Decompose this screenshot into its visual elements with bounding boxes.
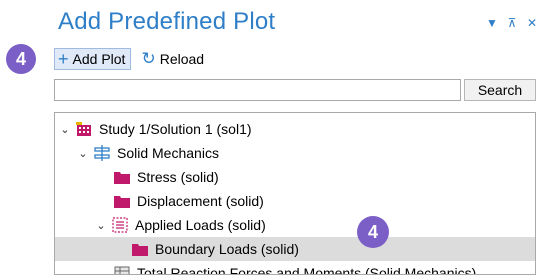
tree-item-label: Stress (solid) [137, 169, 219, 185]
plus-icon: + [58, 49, 69, 69]
add-plot-label: Add Plot [72, 51, 126, 67]
close-icon[interactable]: ✕ [526, 16, 538, 30]
tree-item-label: Study 1/Solution 1 (sol1) [99, 121, 252, 137]
plot-tree: ⌄ Study 1/Solution 1 (sol1) ⌄ Solid Mech… [54, 112, 536, 275]
tree-item-solid-mechanics[interactable]: ⌄ Solid Mechanics [55, 141, 535, 165]
chevron-down-icon[interactable]: ⌄ [59, 123, 71, 136]
plot-group-icon [113, 193, 131, 209]
plot-group-icon [131, 241, 149, 257]
toolbar: + Add Plot ↻ Reload [54, 48, 208, 70]
tree-item-label: Displacement (solid) [137, 193, 264, 209]
tree-item-stress[interactable]: Stress (solid) [55, 165, 535, 189]
dropdown-icon[interactable]: ▼ [486, 16, 498, 30]
step-badge: 4 [357, 216, 389, 248]
study-solution-icon [75, 121, 93, 137]
chevron-down-icon[interactable]: ⌄ [95, 219, 107, 232]
tree-item-label: Total Reaction Forces and Moments (Solid… [137, 265, 477, 275]
tree-item-applied-loads[interactable]: ⌄ Applied Loads (solid) [55, 213, 535, 237]
solid-mechanics-icon [93, 145, 111, 161]
tree-item-label: Solid Mechanics [117, 145, 219, 161]
applied-loads-icon [111, 217, 129, 233]
search-row: Search [54, 79, 536, 101]
search-input[interactable] [54, 79, 461, 101]
reload-button[interactable]: ↻ Reload [137, 48, 208, 70]
plot-group-icon [113, 169, 131, 185]
window-controls: ▼ ⊼ ✕ [486, 16, 538, 30]
table-icon [113, 265, 131, 274]
search-button[interactable]: Search [464, 79, 536, 101]
window-title: Add Predefined Plot [58, 8, 276, 35]
tree-item-label: Boundary Loads (solid) [155, 241, 299, 257]
tree-item-total-reaction[interactable]: Total Reaction Forces and Moments (Solid… [55, 261, 535, 275]
chevron-down-icon[interactable]: ⌄ [77, 147, 89, 160]
step-badge: 4 [6, 44, 36, 74]
reload-icon: ↻ [141, 49, 156, 68]
add-plot-button[interactable]: + Add Plot [54, 48, 132, 70]
tree-item-boundary-loads[interactable]: Boundary Loads (solid) [55, 237, 535, 261]
tree-item-label: Applied Loads (solid) [135, 217, 266, 233]
pin-icon[interactable]: ⊼ [506, 16, 518, 30]
tree-item-displacement[interactable]: Displacement (solid) [55, 189, 535, 213]
tree-item-study-solution[interactable]: ⌄ Study 1/Solution 1 (sol1) [55, 117, 535, 141]
reload-label: Reload [159, 51, 205, 67]
